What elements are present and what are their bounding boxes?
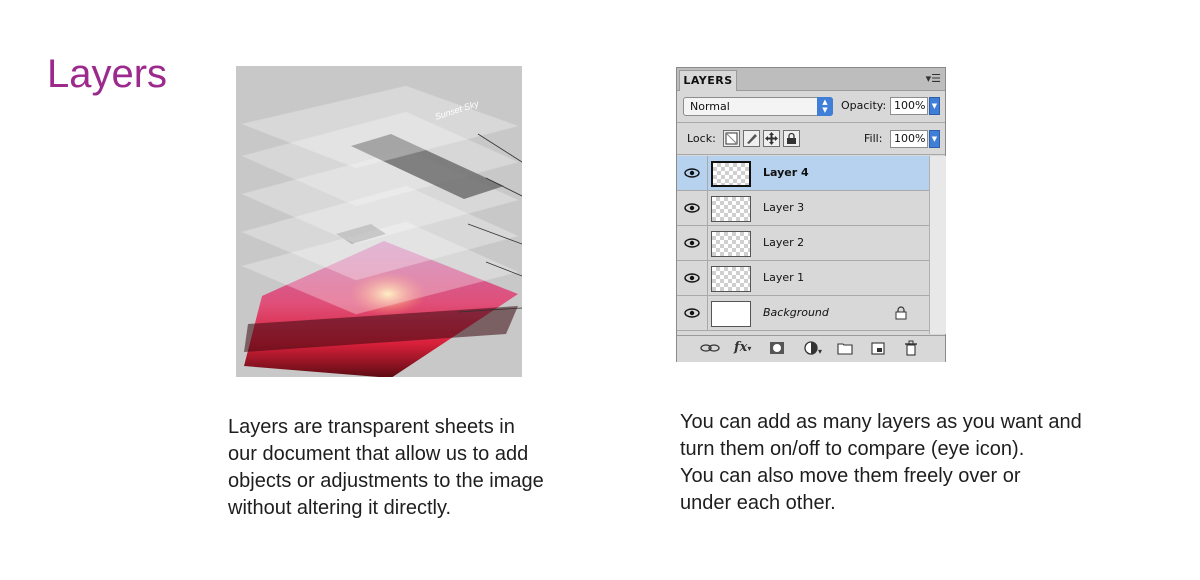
- fill-input[interactable]: 100%: [890, 130, 928, 148]
- opacity-label: Opacity:: [841, 99, 887, 112]
- layers-panel: LAYERS ▾☰ Normal ▲ ▼ Opacity: 100% ▼ Lock…: [676, 67, 946, 362]
- visibility-toggle[interactable]: [677, 191, 708, 225]
- panel-header: LAYERS ▾☰: [677, 68, 945, 91]
- lock-all-icon[interactable]: [783, 130, 800, 147]
- visibility-toggle[interactable]: [677, 226, 708, 260]
- folder-icon[interactable]: [837, 340, 853, 356]
- tab-layers[interactable]: LAYERS: [679, 70, 737, 91]
- layer-row-layer-4[interactable]: Layer 4: [677, 156, 929, 191]
- eye-icon[interactable]: [677, 261, 707, 295]
- fill-dropdown-icon[interactable]: ▼: [929, 130, 940, 148]
- layer-thumbnail: [711, 231, 751, 257]
- stacked-sheets-graphic: Sunset Sky: [236, 66, 522, 377]
- opacity-dropdown-icon[interactable]: ▼: [929, 97, 940, 115]
- layer-row-layer-2[interactable]: Layer 2: [677, 226, 929, 261]
- layer-name: Background: [763, 306, 829, 319]
- trash-icon[interactable]: [903, 340, 919, 356]
- mask-icon[interactable]: [769, 340, 785, 356]
- layer-name: Layer 1: [763, 271, 805, 284]
- visibility-toggle[interactable]: [677, 156, 708, 190]
- blend-mode-value: Normal: [690, 100, 730, 113]
- layer-thumbnail: [711, 161, 751, 187]
- svg-text:▾: ▾: [818, 347, 822, 356]
- layer-thumbnail: [711, 301, 751, 327]
- lock-icon: [895, 306, 907, 320]
- layer-thumbnail: [711, 266, 751, 292]
- layers-list: Layer 4 Layer 3 Layer 2 Layer 1 Backgrou…: [677, 156, 946, 334]
- blend-mode-select[interactable]: Normal ▲ ▼: [683, 97, 833, 116]
- lock-transparency-icon[interactable]: [723, 130, 740, 147]
- adjustment-icon[interactable]: ▾: [803, 340, 825, 356]
- eye-icon[interactable]: [677, 226, 707, 260]
- lock-position-icon[interactable]: [763, 130, 780, 147]
- fx-icon[interactable]: fx▾: [734, 340, 751, 356]
- layers-scrollbar[interactable]: [929, 156, 946, 334]
- page-title: Layers: [47, 52, 168, 96]
- layer-row-layer-1[interactable]: Layer 1: [677, 261, 929, 296]
- link-icon[interactable]: [699, 340, 721, 356]
- layers-description: Layers are transparent sheets in our doc…: [228, 416, 544, 519]
- eye-icon[interactable]: [677, 296, 707, 330]
- panel-footer: fx▾ ▾: [677, 335, 945, 362]
- layer-row-background[interactable]: Background: [677, 296, 929, 331]
- eye-icon[interactable]: [677, 156, 707, 190]
- visibility-toggle[interactable]: [677, 296, 708, 330]
- layer-name: Layer 2: [763, 236, 805, 249]
- visibility-toggle[interactable]: [677, 261, 708, 295]
- layer-name: Layer 3: [763, 201, 805, 214]
- layer-row-layer-3[interactable]: Layer 3: [677, 191, 929, 226]
- opacity-input[interactable]: 100%: [890, 97, 928, 115]
- eye-icon[interactable]: [677, 191, 707, 225]
- layers-usage-description: You can add as many layers as you want a…: [680, 411, 1082, 514]
- panel-menu-icon[interactable]: ▾☰: [926, 72, 941, 85]
- layers-illustration: Sunset Sky: [236, 66, 522, 377]
- fill-label: Fill:: [864, 132, 883, 145]
- layer-thumbnail: [711, 196, 751, 222]
- layer-name: Layer 4: [763, 166, 809, 179]
- lock-label: Lock:: [687, 132, 716, 145]
- blend-mode-arrows-icon[interactable]: ▲ ▼: [817, 97, 833, 116]
- new-layer-icon[interactable]: [870, 340, 886, 356]
- lock-pixels-icon[interactable]: [743, 130, 760, 147]
